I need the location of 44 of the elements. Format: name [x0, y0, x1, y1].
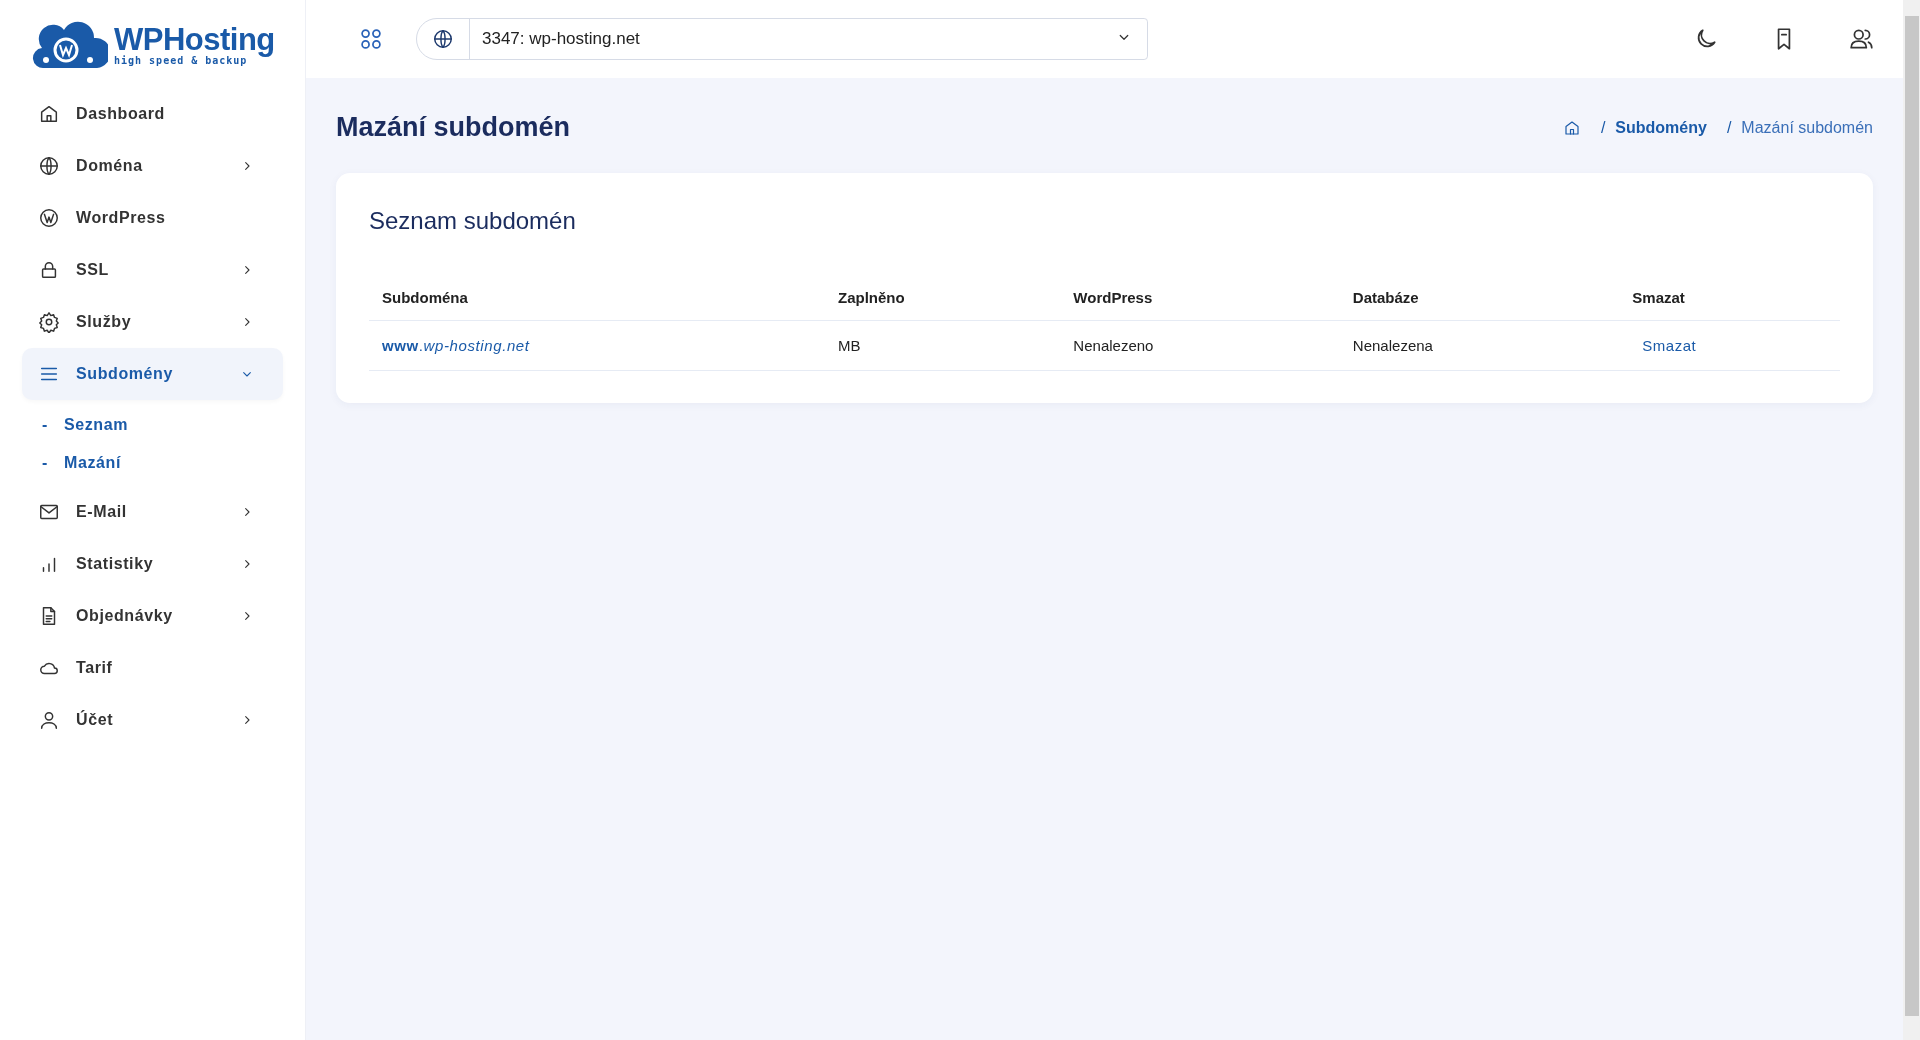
- submenu-item[interactable]: Seznam: [64, 416, 129, 434]
- submenu-item[interactable]: Mazání: [64, 454, 121, 472]
- scrollbar[interactable]: [1903, 0, 1920, 1040]
- column-header: WordPress: [1060, 275, 1340, 321]
- delete-link[interactable]: Smazat: [1632, 337, 1707, 354]
- settings-icon: [38, 311, 60, 333]
- sidebar-item[interactable]: Dashboard: [22, 88, 283, 140]
- sidebar-item[interactable]: WordPress: [22, 192, 283, 244]
- sidebar-item[interactable]: Objednávky: [22, 590, 283, 642]
- sidebar-item[interactable]: Statistiky: [22, 538, 283, 590]
- table-cell: MB: [825, 320, 1061, 371]
- dash-bullet: -: [42, 454, 49, 472]
- subdomain-link[interactable]: www.wp-hosting.net: [382, 337, 530, 354]
- globe-icon: [38, 155, 60, 177]
- wordpress-icon: [38, 207, 60, 229]
- column-header: Smazat: [1619, 275, 1840, 321]
- dash-bullet: -: [42, 416, 49, 434]
- cloud-logo-icon: [32, 20, 108, 70]
- sidebar-item[interactable]: Účet: [22, 694, 283, 746]
- sidebar-item[interactable]: Tarif: [22, 642, 283, 694]
- sidebar-item[interactable]: E-Mail: [22, 486, 283, 538]
- table-cell: Nenalezena: [1339, 320, 1620, 371]
- globe-icon: [432, 28, 454, 50]
- grid-icon: [358, 26, 384, 52]
- card-title: Seznam subdomén: [369, 207, 577, 235]
- sidebar-item[interactable]: Doména: [22, 140, 283, 192]
- home-icon: [38, 103, 60, 125]
- logo-name: WPHosting: [114, 24, 275, 55]
- sidebar-item[interactable]: Subdomény: [22, 348, 283, 400]
- table-cell: Nenalezeno: [1060, 320, 1340, 371]
- breadcrumb-current: Mazání subdomén: [1741, 118, 1873, 137]
- page-title: Mazání subdomén: [336, 112, 571, 143]
- domain-select[interactable]: 3347: wp-hosting.net: [416, 18, 1148, 60]
- column-header: Subdoména: [369, 275, 825, 321]
- sidebar-item[interactable]: SSL: [22, 244, 283, 296]
- breadcrumb-link[interactable]: Subdomény: [1615, 118, 1707, 137]
- column-header: Databáze: [1339, 275, 1620, 321]
- breadcrumb-separator: /: [1726, 118, 1732, 137]
- apps-grid-icon[interactable]: [358, 26, 384, 52]
- breadcrumb-separator: /: [1600, 118, 1606, 137]
- user-icon: [38, 709, 60, 731]
- logo-tagline: high speed & backup: [114, 54, 248, 66]
- column-header: Zaplněno: [825, 275, 1061, 321]
- sidebar-item[interactable]: Služby: [22, 296, 283, 348]
